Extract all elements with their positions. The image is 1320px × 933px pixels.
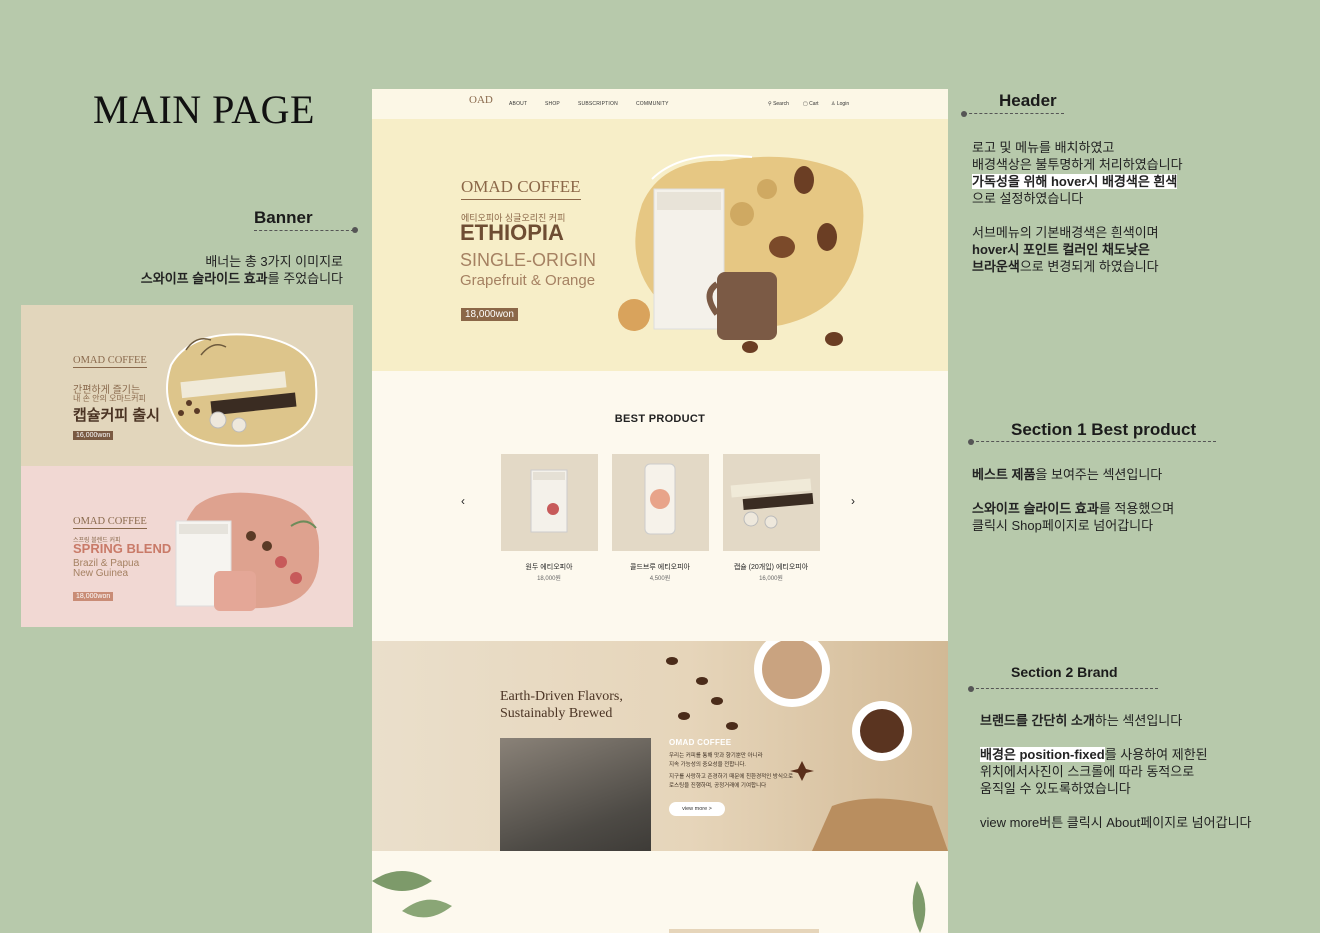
cart-icon: ▢	[803, 101, 808, 107]
brand-section: Earth-Driven Flavors, Sustainably Brewed…	[372, 641, 948, 903]
login-link[interactable]: ♙ Login	[831, 101, 849, 107]
section1-annotation-title: Section 1 Best product	[1011, 420, 1197, 439]
nav-about[interactable]: ABOUT	[509, 101, 527, 107]
brand-title: Earth-Driven Flavors, Sustainably Brewed	[500, 689, 623, 721]
spring-banner-sub2: New Guinea	[73, 568, 129, 579]
section1-annotation-dot	[968, 439, 974, 445]
spring-banner-brand: OMAD COFFEE	[73, 516, 147, 529]
header-annotation-text: 로고 및 메뉴를 배치하였고 배경색상은 불투명하게 처리하였습니다 가독성을 …	[972, 140, 1183, 274]
user-icon: ♙	[831, 101, 836, 107]
view-more-button[interactable]: view more >	[669, 802, 725, 816]
site-logo[interactable]: OAD	[469, 94, 493, 114]
best-product-section: BEST PRODUCT ‹ › 원두 에티오피아 18,000원 콜드브루 에…	[372, 371, 948, 641]
nav-community[interactable]: COMMUNITY	[636, 101, 669, 107]
search-link[interactable]: ⚲ Search	[768, 101, 789, 107]
banner-annotation-line	[254, 230, 354, 231]
cart-link[interactable]: ▢ Cart	[803, 101, 819, 107]
product-name-beans[interactable]: 원두 에티오피아	[494, 562, 604, 572]
banner-annotation-text: 배너는 총 3가지 이미지로 스와이프 슬라이드 효과를 주었습니다	[140, 254, 343, 286]
section2-annotation-line	[971, 688, 1158, 689]
header-annotation-title: Header	[999, 91, 1057, 110]
bean-bag-image	[530, 469, 568, 533]
leaf-decoration	[372, 871, 926, 933]
product-name-capsule[interactable]: 캡슐 (20개입) 에티오피아	[716, 562, 826, 572]
prev-arrow-icon[interactable]: ‹	[461, 494, 465, 508]
brand-label: OMAD COFFEE	[669, 738, 732, 747]
next-section-preview	[372, 851, 948, 933]
capsule-banner-brand: OMAD COFFEE	[73, 355, 147, 368]
capsule-banner-line2: 내 손 안의 오마드커피	[73, 394, 146, 403]
product-price-beans: 18,000원	[537, 576, 561, 582]
page-title: MAIN PAGE	[93, 87, 315, 132]
product-card-beans[interactable]	[501, 454, 598, 551]
brand-text-line4: 로스팅을 진행하며, 공정거래에 기여합니다	[669, 783, 767, 789]
capsule-banner-price: 16,000won	[73, 431, 114, 440]
capsule-box-image	[730, 478, 814, 529]
section2-annotation-text: 브랜드를 간단히 소개하는 섹션입니다 배경은 position-fixed를 …	[980, 713, 1252, 830]
brand-text-line2: 지속 가능성의 중요성을 전합니다.	[669, 762, 746, 768]
nav-shop[interactable]: SHOP	[545, 101, 560, 107]
hero-banner-illustration	[618, 154, 864, 353]
banner-annotation-dot	[352, 227, 358, 233]
nav-subscription[interactable]: SUBSCRIPTION	[578, 101, 618, 107]
spring-banner-headline: SPRING BLEND	[73, 541, 172, 556]
banner-sample-capsule: OMAD COFFEE 간편하게 즐기는 내 손 안의 오마드커피 캡슐커피 출…	[21, 305, 353, 466]
section1-annotation-text: 베스트 제품을 보여주는 섹션입니다 스와이프 슬라이드 효과를 적용했으며 클…	[972, 467, 1175, 533]
hero-price: 18,000won	[461, 308, 518, 321]
product-card-coldbrew[interactable]	[612, 454, 709, 551]
section1-annotation-line	[971, 441, 1216, 442]
hero-banner[interactable]: OMAD COFFEE 에티오피아 싱글오리진 커피 ETHIOPIA SING…	[372, 119, 948, 371]
best-product-title: BEST PRODUCT	[614, 413, 706, 425]
brand-text-line3: 지구를 사랑하고 존경하기 때문에 친환경적인 방식으로	[669, 774, 794, 780]
search-icon: ⚲	[768, 101, 772, 107]
product-price-coldbrew: 4,500원	[649, 576, 671, 582]
main-page-mockup: OAD ABOUT SHOP SUBSCRIPTION COMMUNITY ⚲ …	[372, 89, 948, 933]
product-price-capsule: 16,000원	[759, 576, 783, 582]
product-name-coldbrew[interactable]: 콜드브루 에티오피아	[605, 562, 715, 572]
coldbrew-can-image	[644, 463, 676, 535]
site-header: OAD ABOUT SHOP SUBSCRIPTION COMMUNITY ⚲ …	[372, 89, 948, 119]
banner-annotation-line1: 배너는 총 3가지 이미지로	[205, 254, 343, 269]
hero-origin: SINGLE-ORIGIN	[460, 250, 597, 270]
product-card-capsule[interactable]	[723, 454, 820, 551]
banner-sample-spring-blend: OMAD COFFEE 스프링 블렌드 커피 SPRING BLEND Braz…	[21, 466, 353, 627]
spring-banner-illustration	[175, 492, 320, 611]
spring-banner-price: 18,000won	[73, 592, 114, 601]
brand-background-image	[666, 641, 948, 851]
banner-annotation-title: Banner	[254, 208, 313, 227]
next-arrow-icon[interactable]: ›	[851, 494, 855, 508]
section2-annotation-title: Section 2 Brand	[1011, 664, 1118, 680]
section2-annotation-dot	[968, 686, 974, 692]
hero-brand: OMAD COFFEE	[461, 177, 581, 200]
hero-flavor: Grapefruit & Orange	[460, 272, 596, 289]
hero-title: ETHIOPIA	[460, 220, 564, 245]
capsule-banner-illustration	[166, 333, 318, 447]
capsule-banner-headline: 캡슐커피 출시	[73, 407, 160, 424]
brand-text-line1: 우리는 커피를 통해 맛과 향기뿐만 아니라	[669, 753, 763, 759]
banner-annotation-bold: 스와이프 슬라이드 효과	[140, 271, 268, 286]
header-annotation-dot	[961, 111, 967, 117]
header-annotation-line	[964, 113, 1064, 114]
